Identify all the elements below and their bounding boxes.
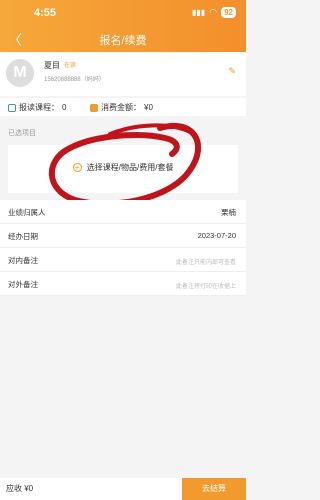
order-form: 业绩归属人 栗楠 经办日期 2023-07-20 对内备注 此备注只能内部可查看… xyxy=(0,200,246,296)
sales-owner-value[interactable]: 栗楠 xyxy=(221,207,236,218)
avatar: M xyxy=(6,59,34,87)
course-icon xyxy=(8,103,16,112)
top-header: 4:55 ▮▮▮ ◠ 92 〈 报名/续费 xyxy=(0,0,246,52)
page-title: 报名/续费 xyxy=(99,35,147,47)
student-name: 夏目 xyxy=(44,61,60,70)
sales-owner-label: 业绩归属人 xyxy=(8,208,46,217)
form-row-internal-note[interactable]: 对内备注 此备注只能内部可查看 xyxy=(0,248,246,272)
battery-icon: 92 xyxy=(221,7,236,18)
signal-icon: ▮▮▮ xyxy=(192,8,206,17)
internal-note-input[interactable]: 此备注只能内部可查看 xyxy=(176,257,236,266)
wifi-icon: ◠ xyxy=(209,7,218,17)
form-row-date[interactable]: 经办日期 2023-07-20 xyxy=(0,224,246,248)
external-note-label: 对外备注 xyxy=(8,280,38,289)
bottom-bar: 应收 ¥0 去结算 xyxy=(0,478,246,500)
form-row-external-note[interactable]: 对外备注 此备注将打印在收据上 xyxy=(0,272,246,296)
checkout-button[interactable]: 去结算 xyxy=(182,478,246,500)
student-phone: 15620888888（妈妈） xyxy=(44,77,105,83)
status-icons: ▮▮▮ ◠ 92 xyxy=(192,7,236,18)
edit-icon[interactable]: ✎ xyxy=(228,66,236,77)
student-card[interactable]: M 夏目 在读 15620888888（妈妈） ✎ xyxy=(0,52,246,96)
date-value[interactable]: 2023-07-20 xyxy=(198,231,236,240)
form-row-sales-owner[interactable]: 业绩归属人 栗楠 xyxy=(0,200,246,224)
status-bar: 4:55 ▮▮▮ ◠ 92 xyxy=(0,0,246,26)
internal-note-label: 对内备注 xyxy=(8,256,38,265)
amount-due: 应收 ¥0 xyxy=(6,484,34,493)
external-note-input[interactable]: 此备注将打印在收据上 xyxy=(176,281,236,290)
status-time: 4:55 xyxy=(34,7,57,19)
nav-bar: 〈 报名/续费 xyxy=(0,28,246,50)
student-status-badge: 在读 xyxy=(64,63,77,69)
selected-items-label: 已选项目 xyxy=(8,130,36,137)
date-label: 经办日期 xyxy=(8,232,38,241)
